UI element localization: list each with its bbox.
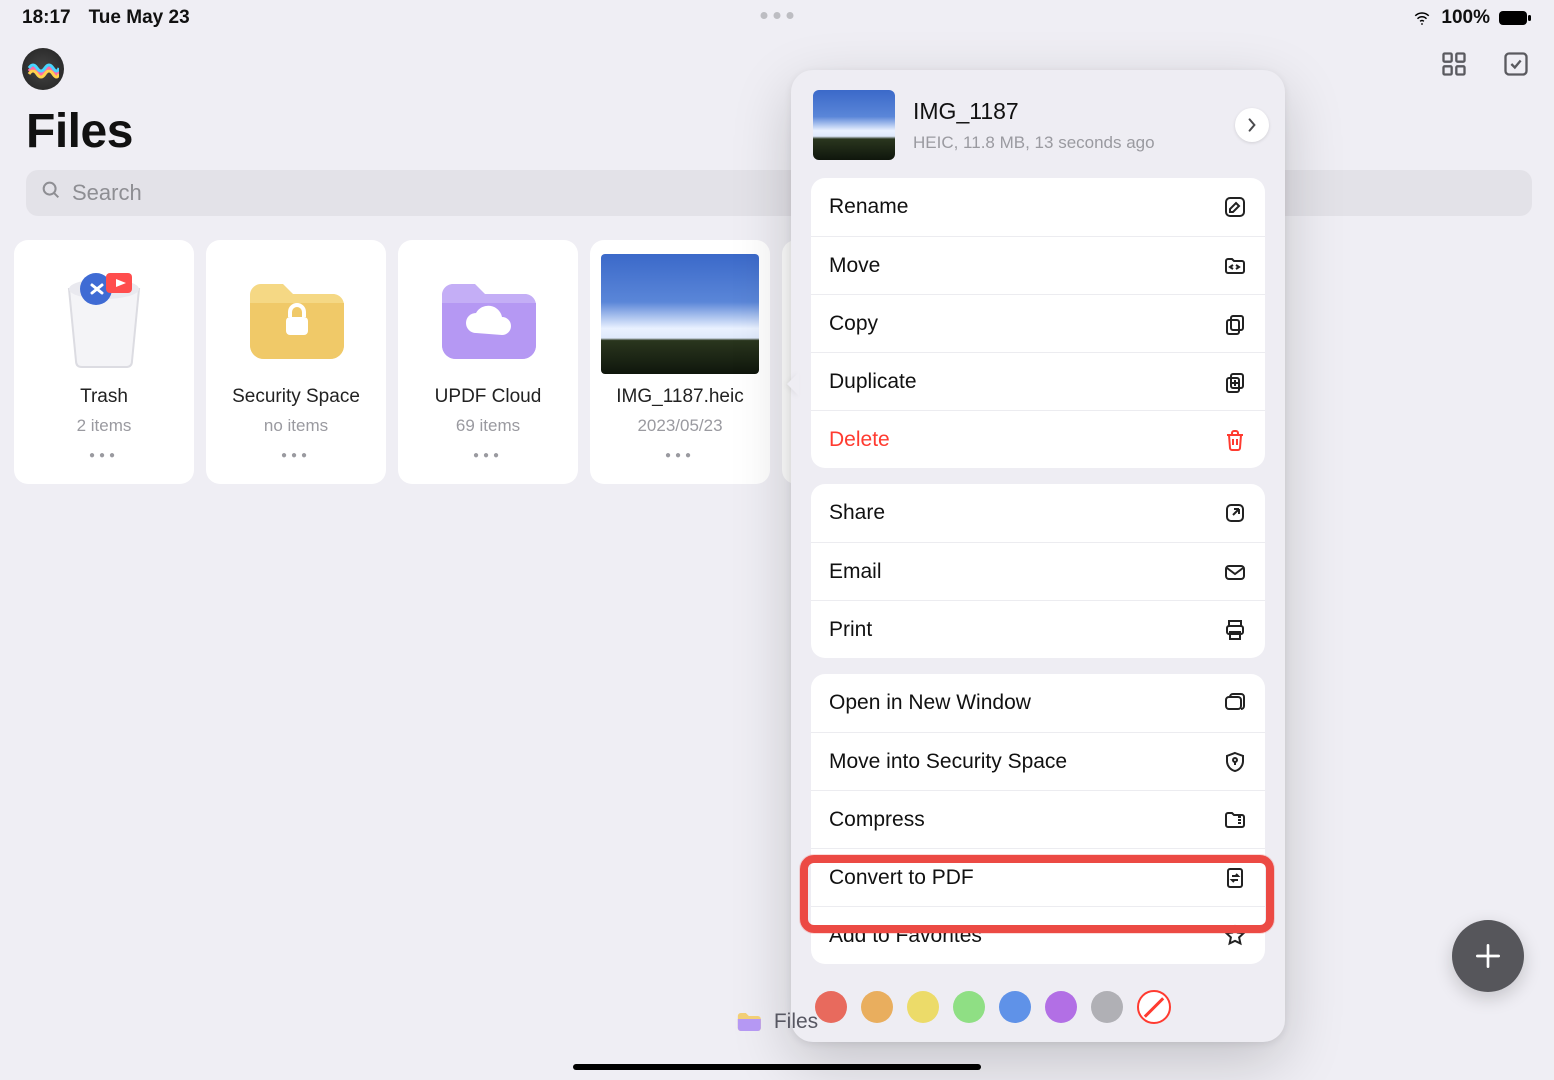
page-title: Files — [26, 104, 133, 159]
menu-copy[interactable]: Copy — [811, 294, 1265, 352]
menu-label: Convert to PDF — [829, 866, 974, 890]
card-more-icon[interactable]: ●●● — [665, 450, 695, 461]
search-placeholder: Search — [72, 180, 142, 206]
popover-group-share: Share Email Print — [811, 484, 1265, 658]
card-more-icon[interactable]: ●●● — [281, 450, 311, 461]
menu-label: Open in New Window — [829, 691, 1031, 715]
multitask-dots[interactable] — [761, 12, 794, 19]
card-title: IMG_1187.heic — [616, 386, 743, 408]
move-icon — [1223, 254, 1247, 278]
color-tag-blue[interactable] — [999, 991, 1031, 1023]
bottom-tab-files[interactable]: Files — [736, 1010, 818, 1034]
popover-thumbnail — [813, 90, 895, 160]
menu-label: Compress — [829, 808, 925, 832]
search-input[interactable]: Search — [26, 170, 1532, 216]
context-popover: IMG_1187 HEIC, 11.8 MB, 13 seconds ago R… — [791, 70, 1285, 1042]
menu-label: Delete — [829, 428, 890, 452]
menu-label: Move into Security Space — [829, 750, 1067, 774]
color-tag-yellow[interactable] — [907, 991, 939, 1023]
menu-rename[interactable]: Rename — [811, 178, 1265, 236]
zip-icon — [1223, 808, 1247, 832]
file-card-security-space[interactable]: Security Space no items ●●● — [206, 240, 386, 484]
file-card-trash[interactable]: Trash 2 items ●●● — [14, 240, 194, 484]
status-date: Tue May 23 — [89, 7, 190, 29]
status-bar: 18:17 Tue May 23 100% — [0, 0, 1554, 36]
card-title: Trash — [80, 386, 128, 408]
file-card-updf-cloud[interactable]: UPDF Cloud 69 items ●●● — [398, 240, 578, 484]
menu-convert-pdf[interactable]: Convert to PDF — [811, 848, 1265, 906]
copy-icon — [1223, 312, 1247, 336]
home-indicator[interactable] — [573, 1064, 981, 1070]
card-more-icon[interactable]: ●●● — [89, 450, 119, 461]
color-tag-red[interactable] — [815, 991, 847, 1023]
battery-icon — [1498, 10, 1532, 26]
mail-icon — [1223, 560, 1247, 584]
rename-icon — [1223, 195, 1247, 219]
menu-label: Copy — [829, 312, 878, 336]
color-tag-row — [791, 980, 1285, 1024]
duplicate-icon — [1223, 370, 1247, 394]
menu-move-security-space[interactable]: Move into Security Space — [811, 732, 1265, 790]
file-card-image[interactable]: IMG_1187.heic 2023/05/23 ●●● — [590, 240, 770, 484]
color-tag-orange[interactable] — [861, 991, 893, 1023]
menu-label: Rename — [829, 195, 908, 219]
folder-cloud-icon — [428, 259, 548, 369]
add-button[interactable] — [1452, 920, 1524, 992]
status-time: 18:17 — [22, 7, 71, 29]
window-icon — [1223, 691, 1247, 715]
folder-lock-icon — [236, 259, 356, 369]
menu-label: Print — [829, 618, 872, 642]
menu-open-new-window[interactable]: Open in New Window — [811, 674, 1265, 732]
card-sub: 2 items — [77, 416, 132, 436]
color-tag-none[interactable] — [1137, 990, 1171, 1024]
popover-filename: IMG_1187 — [913, 98, 1211, 125]
plus-icon — [1472, 940, 1504, 972]
menu-email[interactable]: Email — [811, 542, 1265, 600]
menu-label: Move — [829, 254, 880, 278]
share-icon — [1223, 501, 1247, 525]
card-sub: 69 items — [456, 416, 520, 436]
card-sub: no items — [264, 416, 328, 436]
wifi-icon — [1411, 9, 1433, 27]
star-icon — [1223, 924, 1247, 948]
color-tag-purple[interactable] — [1045, 991, 1077, 1023]
popover-group-file: Rename Move Copy Duplicate Delete — [811, 178, 1265, 468]
menu-compress[interactable]: Compress — [811, 790, 1265, 848]
bottom-tab-label: Files — [774, 1010, 818, 1034]
card-more-icon[interactable]: ●●● — [473, 450, 503, 461]
menu-label: Email — [829, 560, 882, 584]
trash-icon — [1223, 428, 1247, 452]
shield-icon — [1223, 750, 1247, 774]
menu-add-favorites[interactable]: Add to Favorites — [811, 906, 1265, 964]
print-icon — [1223, 618, 1247, 642]
app-logo[interactable] — [22, 48, 64, 90]
popover-header[interactable]: IMG_1187 HEIC, 11.8 MB, 13 seconds ago — [791, 70, 1285, 178]
card-sub: 2023/05/23 — [637, 416, 722, 436]
popover-group-actions: Open in New Window Move into Security Sp… — [811, 674, 1265, 964]
folder-icon — [736, 1011, 762, 1033]
color-tag-green[interactable] — [953, 991, 985, 1023]
grid-view-toggle[interactable] — [1438, 48, 1470, 80]
menu-share[interactable]: Share — [811, 484, 1265, 542]
menu-label: Share — [829, 501, 885, 525]
chevron-right-icon — [1245, 117, 1259, 133]
menu-delete[interactable]: Delete — [811, 410, 1265, 468]
popover-details-button[interactable] — [1235, 108, 1269, 142]
popover-meta: HEIC, 11.8 MB, 13 seconds ago — [913, 133, 1211, 153]
image-thumbnail — [601, 254, 759, 374]
menu-label: Add to Favorites — [829, 924, 982, 948]
select-toggle[interactable] — [1500, 48, 1532, 80]
convert-icon — [1223, 866, 1247, 890]
file-grid: Trash 2 items ●●● Security Space no item… — [14, 240, 1540, 484]
card-title: UPDF Cloud — [435, 386, 542, 408]
card-title: Security Space — [232, 386, 360, 408]
menu-duplicate[interactable]: Duplicate — [811, 352, 1265, 410]
battery-percent: 100% — [1441, 7, 1490, 29]
color-tag-gray[interactable] — [1091, 991, 1123, 1023]
search-icon — [40, 179, 62, 207]
menu-move[interactable]: Move — [811, 236, 1265, 294]
menu-label: Duplicate — [829, 370, 917, 394]
trash-icon — [44, 259, 164, 369]
menu-print[interactable]: Print — [811, 600, 1265, 658]
